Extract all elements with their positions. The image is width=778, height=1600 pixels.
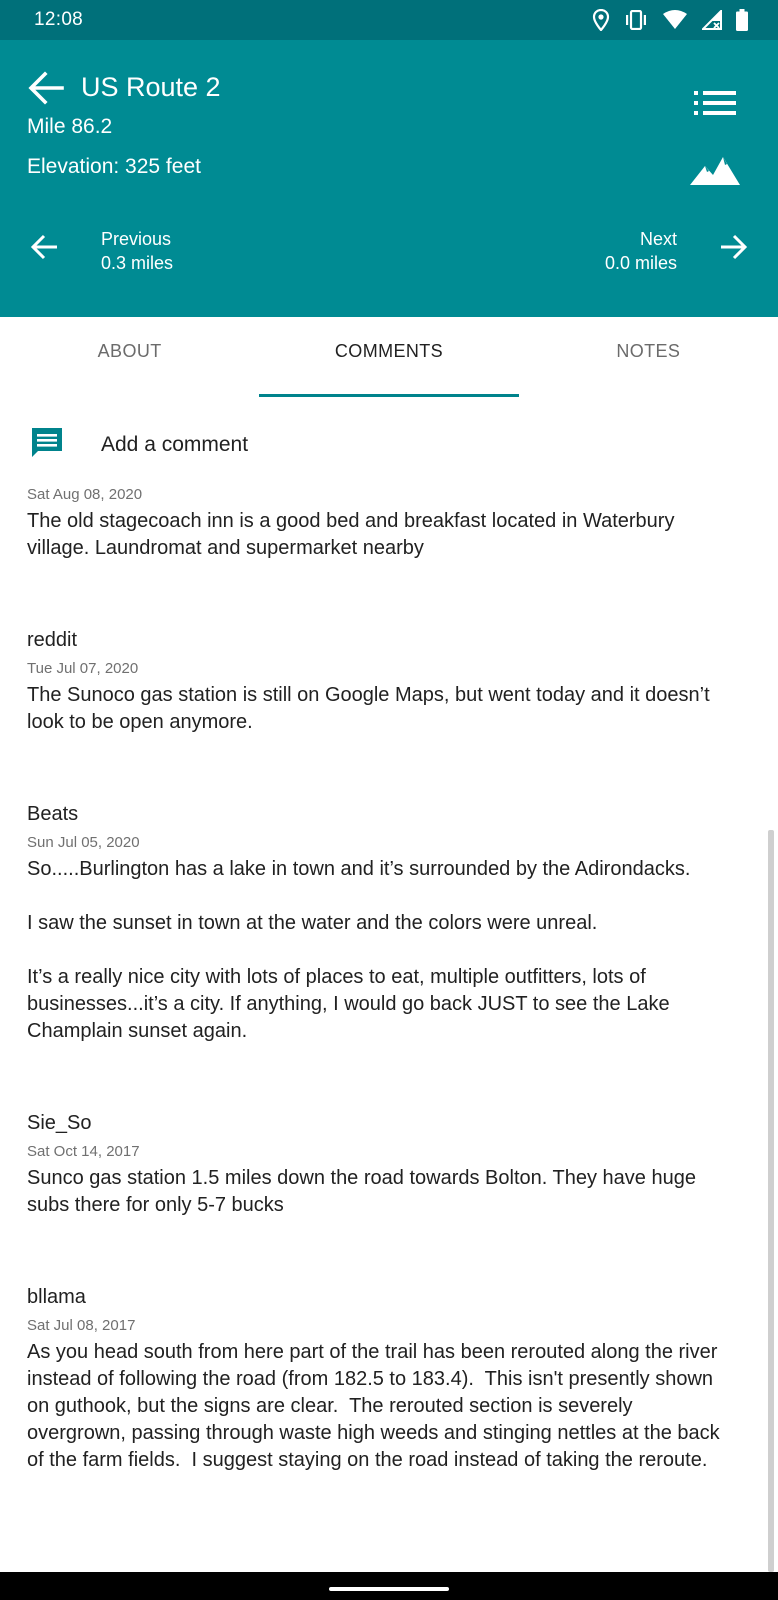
arrow-left-icon (28, 71, 64, 105)
scrollbar[interactable] (768, 830, 774, 1572)
list-button[interactable] (690, 85, 740, 121)
add-comment-button[interactable]: Add a comment (0, 412, 778, 476)
active-tab-indicator (259, 394, 519, 397)
comment-author: Sie_So (27, 1112, 92, 1134)
waypoint-header: US Route 2 Mile 86.2 Elevation: 325 feet (0, 40, 778, 317)
wifi-icon (662, 10, 688, 30)
comment-author: Beats (27, 803, 79, 825)
comment-body: As you head south from here part of the … (27, 1341, 726, 1471)
comment-body: Sunco gas station 1.5 miles down the roa… (27, 1167, 702, 1216)
mile-marker: Mile 86.2 (27, 115, 113, 138)
tab-label: COMMENTS (334, 340, 444, 361)
comment-date: Sat Jul 08, 2017 (27, 1317, 136, 1334)
back-button[interactable] (26, 68, 66, 108)
comments-scroll-content: Sat Aug 08, 2020 The old stagecoach inn … (0, 478, 778, 1539)
comment-item: bllama Sat Jul 08, 2017 As you head sout… (0, 1284, 778, 1474)
next-distance: 0.0 miles (604, 253, 677, 273)
signal-icon (702, 10, 722, 30)
vibrate-icon (624, 10, 648, 30)
page-title: US Route 2 (81, 72, 221, 102)
elevation-profile-button[interactable] (688, 152, 742, 190)
comment-author (27, 478, 751, 479)
comment-date: Tue Jul 07, 2020 (27, 660, 139, 677)
comment-body: The Sunoco gas station is still on Googl… (27, 684, 716, 733)
battery-icon (736, 9, 748, 31)
comment-author: reddit (27, 629, 78, 651)
comment-item: Sie_So Sat Oct 14, 2017 Sunco gas statio… (0, 1110, 778, 1219)
status-bar: 12:08 (0, 0, 778, 40)
screen: 12:08 US Route 2 Mile 86.2 Elevation: 32… (0, 0, 778, 1600)
tab-bar: ABOUT COMMENTS NOTES (0, 317, 778, 397)
tab-label: NOTES (616, 340, 681, 361)
add-comment-label: Add a comment (101, 433, 249, 456)
location-icon (592, 9, 610, 31)
comment-item: Beats Sun Jul 05, 2020 So.....Burlington… (0, 801, 778, 1045)
tab-comments[interactable]: COMMENTS (259, 317, 519, 397)
comment-date: Sat Aug 08, 2020 (27, 486, 143, 503)
comment-date: Sat Oct 14, 2017 (27, 1143, 140, 1160)
comment-author: bllama (27, 1286, 86, 1308)
system-nav-bar (0, 1572, 778, 1600)
comment-item: reddit Tue Jul 07, 2020 The Sunoco gas s… (0, 627, 778, 736)
tab-label: ABOUT (97, 340, 162, 361)
elevation: Elevation: 325 feet (27, 155, 201, 178)
comment-body: The old stagecoach inn is a good bed and… (27, 510, 681, 559)
arrow-left-icon (30, 234, 57, 260)
previous-waypoint-button[interactable]: Previous 0.3 miles (26, 222, 256, 282)
next-waypoint-button[interactable]: Next 0.0 miles (522, 222, 752, 282)
home-gesture-handle[interactable] (329, 1587, 449, 1591)
list-icon (694, 91, 736, 115)
comment-icon (32, 428, 62, 457)
previous-distance: 0.3 miles (101, 253, 174, 273)
comments-list[interactable]: Sat Aug 08, 2020 The old stagecoach inn … (0, 478, 778, 1572)
previous-label: Previous (101, 229, 172, 249)
mountain-icon (690, 157, 740, 185)
next-label: Next (639, 229, 677, 249)
comment-date: Sun Jul 05, 2020 (27, 834, 140, 851)
status-icons (592, 8, 748, 32)
tab-about[interactable]: ABOUT (0, 317, 259, 397)
comment-body: So.....Burlington has a lake in town and… (27, 858, 691, 1042)
status-time: 12:08 (34, 9, 84, 30)
comment-item: Sat Aug 08, 2020 The old stagecoach inn … (0, 478, 778, 562)
tab-notes[interactable]: NOTES (519, 317, 778, 397)
arrow-right-icon (721, 234, 748, 260)
